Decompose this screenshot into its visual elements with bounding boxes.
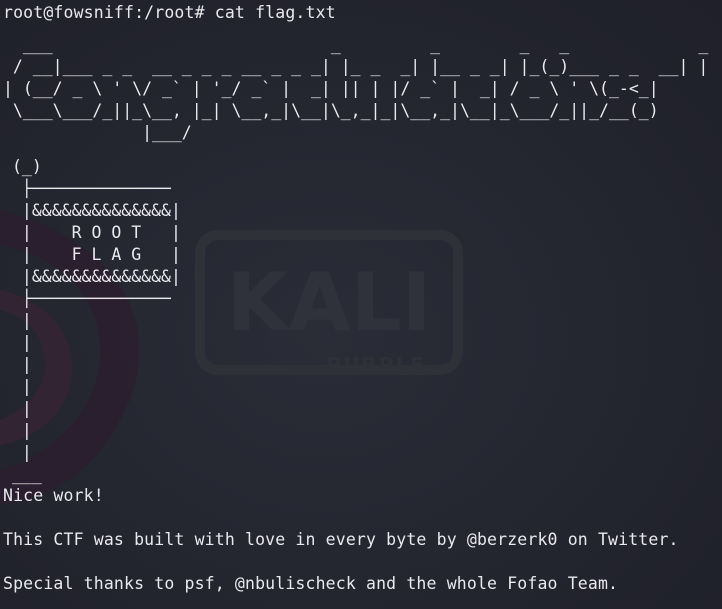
message-thanks: Special thanks to psf, @nbulischeck and … [3,574,619,593]
shell-prompt: root@fowsniff:/root# cat flag.txt [3,3,336,22]
message-nice-work: Nice work! [3,486,104,505]
kali-logo-box [195,230,463,375]
kali-logo-text: KALI [227,256,432,349]
terminal-window[interactable]: KALI PURPLE root@fowsniff:/root# cat fla… [0,0,722,609]
message-credits: This CTF was built with love in every by… [3,530,679,549]
kali-logo-subtext: PURPLE [326,353,425,377]
congratulations-banner: ___ _ _ _ _ _ / __|___ _ _ __ _ _ _ __ _… [3,35,709,142]
flag-ascii-art: (_) ├────────────── |&&&&&&&&&&&&&&| | R… [12,157,181,484]
